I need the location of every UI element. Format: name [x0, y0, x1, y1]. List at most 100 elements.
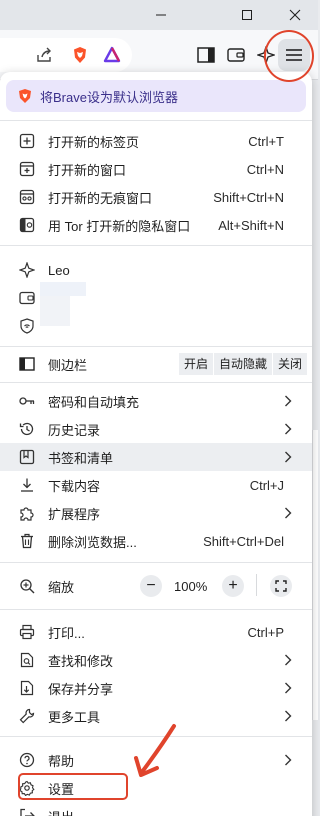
menu-item-downloads[interactable]: 下载内容 Ctrl+J [0, 471, 312, 499]
menu-item-passwords[interactable]: 密码和自动填充 [0, 387, 312, 415]
menu-item-history[interactable]: 历史记录 [0, 415, 312, 443]
history-icon [18, 420, 36, 438]
menu-item-bookmarks[interactable]: 书签和清单 [0, 443, 312, 471]
zoom-out-button[interactable]: − [140, 575, 162, 597]
brave-shields-icon[interactable] [66, 41, 94, 69]
vpn-shield-icon [18, 317, 36, 335]
chevron-right-icon [284, 682, 292, 694]
menu-item-label: 历史记录 [48, 422, 101, 438]
menu-item-label: 删除浏览数据... [48, 534, 137, 550]
printer-icon [18, 623, 36, 641]
bookmarks-icon [18, 448, 36, 466]
sidebar-icon [18, 355, 36, 373]
menu-item-new-window[interactable]: 打开新的窗口 Ctrl+N [0, 155, 312, 183]
menu-item-label: 保存并分享 [48, 681, 114, 697]
exit-icon [18, 807, 36, 816]
key-icon [18, 392, 36, 410]
download-icon [18, 476, 36, 494]
zoom-level: 100% [174, 579, 208, 594]
sidebar-option-on[interactable]: 开启 [178, 353, 214, 375]
chevron-right-icon [284, 654, 292, 666]
chevron-right-icon [284, 754, 292, 766]
wallet-icon[interactable] [222, 41, 250, 69]
shortcut-text: Shift+Ctrl+Del [203, 533, 284, 549]
banner-text: 将Brave设为默认浏览器 [40, 89, 178, 105]
menu-item-label: 扩展程序 [48, 506, 101, 522]
menu-item-label: 帮助 [48, 753, 75, 769]
tools-icon [18, 707, 36, 725]
maximize-icon [242, 10, 252, 20]
divider [256, 574, 257, 596]
menu-item-label: 退出 [48, 807, 74, 816]
menu-item-extensions[interactable]: 扩展程序 [0, 499, 312, 527]
separator [0, 382, 312, 383]
main-menu: 将Brave设为默认浏览器 打开新的标签页 Ctrl+T 打开新的窗口 Ctrl… [0, 72, 312, 816]
chevron-right-icon [284, 710, 292, 722]
close-icon [289, 9, 301, 21]
menu-item-new-tor-window[interactable]: 用 Tor 打开新的隐私窗口 Alt+Shift+N [0, 211, 312, 239]
sidebar-toggle-icon[interactable] [192, 41, 220, 69]
menu-item-label: 侧边栏 [48, 357, 88, 373]
chevron-right-icon [284, 507, 292, 519]
minimize-button[interactable] [138, 0, 184, 30]
fullscreen-button[interactable] [270, 575, 292, 597]
sidebar-option-off[interactable]: 关闭 [272, 353, 308, 375]
menu-item-leo[interactable]: Leo [0, 256, 312, 284]
new-window-icon [18, 160, 36, 178]
menu-button-highlight [264, 30, 314, 82]
menu-item-print[interactable]: 打印... Ctrl+P [0, 618, 312, 646]
set-default-banner[interactable]: 将Brave设为默认浏览器 [6, 80, 306, 112]
separator [0, 245, 312, 246]
zoom-icon [18, 577, 36, 595]
menu-item-label: 下载内容 [48, 478, 101, 494]
sidebar-options: 开启 自动隐藏 关闭 [178, 353, 308, 375]
shortcut-text: Shift+Ctrl+N [213, 189, 284, 205]
shortcut-text: Alt+Shift+N [218, 217, 284, 233]
menu-item-exit[interactable]: 退出 [0, 802, 312, 816]
menu-item-label: 书签和清单 [48, 450, 114, 466]
tor-window-icon [18, 216, 36, 234]
menu-item-label: 更多工具 [48, 709, 101, 725]
separator [0, 346, 312, 347]
menu-item-label: 查找和修改 [48, 653, 114, 669]
puzzle-icon [18, 504, 36, 522]
menu-item-label: 打印... [48, 625, 85, 641]
menu-item-find[interactable]: 查找和修改 [0, 646, 312, 674]
menu-item-label: 打开新的标签页 [48, 134, 140, 150]
chevron-right-icon [284, 423, 292, 435]
chevron-right-icon [284, 451, 292, 463]
menu-item-new-private-window[interactable]: 打开新的无痕窗口 Shift+Ctrl+N [0, 183, 312, 211]
brave-rewards-icon[interactable] [98, 41, 126, 69]
shortcut-text: Ctrl+J [249, 477, 284, 493]
find-icon [18, 651, 36, 669]
trash-icon [18, 532, 36, 550]
share-icon[interactable] [30, 41, 58, 69]
minimize-icon [156, 14, 166, 16]
close-button[interactable] [272, 0, 318, 30]
sidebar-option-autohide[interactable]: 自动隐藏 [213, 353, 273, 375]
menu-item-new-tab[interactable]: 打开新的标签页 Ctrl+T [0, 127, 312, 155]
zoom-in-button[interactable]: + [222, 575, 244, 597]
shortcut-text: Ctrl+T [248, 133, 284, 149]
address-bar[interactable] [0, 38, 132, 72]
leo-icon [18, 261, 36, 279]
menu-item-save-share[interactable]: 保存并分享 [0, 674, 312, 702]
menu-item-clear-data[interactable]: 删除浏览数据... Shift+Ctrl+Del [0, 527, 312, 555]
menu-item-label: 打开新的无痕窗口 [48, 190, 153, 206]
redacted-area [40, 282, 86, 296]
arrow-annotation [134, 724, 176, 777]
new-tab-icon [18, 132, 36, 150]
menu-item-label: 打开新的窗口 [48, 162, 127, 178]
menu-item-label: Leo [48, 262, 70, 278]
settings-highlight [18, 773, 128, 800]
separator [0, 562, 312, 563]
shortcut-text: Ctrl+P [247, 624, 284, 640]
maximize-button[interactable] [224, 0, 270, 30]
menu-item-label: 缩放 [48, 579, 75, 595]
redacted-area [40, 296, 70, 326]
fullscreen-icon [275, 580, 287, 592]
save-share-icon [18, 679, 36, 697]
shortcut-text: Ctrl+N [246, 161, 284, 177]
separator [0, 120, 312, 121]
private-window-icon [18, 188, 36, 206]
